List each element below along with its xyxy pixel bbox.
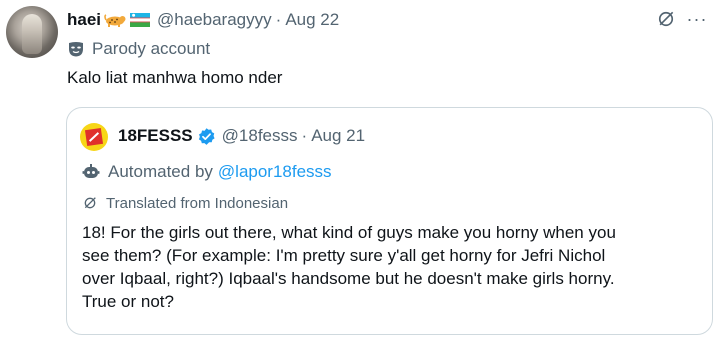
tweet-date[interactable]: Aug 22 xyxy=(285,10,339,30)
automated-by-link[interactable]: @lapor18fesss xyxy=(218,162,332,182)
translated-text: Translated from Indonesian xyxy=(106,194,289,212)
automated-label: Automated by @lapor18fesss xyxy=(82,160,332,184)
more-options-icon[interactable]: ··· xyxy=(683,8,711,30)
user-handle[interactable]: @haebaragyyy xyxy=(157,10,272,30)
quoted-user-handle[interactable]: @18fesss xyxy=(222,126,298,146)
flag-emoji-icon xyxy=(129,12,151,28)
leopard-emoji-icon xyxy=(104,12,126,28)
parody-text: Parody account xyxy=(92,39,211,58)
quoted-separator-dot: · xyxy=(301,126,308,145)
quoted-text-line: see them? (For example: I'm pretty sure … xyxy=(82,246,606,265)
verified-badge-icon xyxy=(197,127,216,146)
parody-label: Parody account xyxy=(67,38,210,60)
quoted-tweet-header: 18FESSS @18fesss · Aug 21 xyxy=(118,124,365,148)
quoted-display-name[interactable]: 18FESSS xyxy=(118,126,193,146)
automated-prefix: Automated by xyxy=(108,162,213,181)
quoted-user-avatar[interactable] xyxy=(80,123,108,151)
translate-icon xyxy=(82,195,98,211)
display-name[interactable]: haei xyxy=(67,10,101,30)
quoted-text-line: over Iqbaal, right?) Iqbaal's handsome b… xyxy=(82,269,615,288)
user-avatar[interactable] xyxy=(6,6,58,58)
tweet-text: Kalo liat manhwa homo nder xyxy=(67,68,283,87)
quoted-tweet-date[interactable]: Aug 21 xyxy=(311,126,365,146)
quoted-text-line: True or not? xyxy=(82,292,174,311)
tweet-header: haei @haebaragyyy · Aug 22 xyxy=(67,8,339,32)
robot-icon xyxy=(82,163,100,181)
separator-dot: · xyxy=(275,10,282,29)
quoted-tweet-text: 18! For the girls out there, what kind o… xyxy=(82,221,702,313)
grok-icon[interactable] xyxy=(655,8,677,30)
parody-mask-icon xyxy=(67,40,85,58)
translated-label[interactable]: Translated from Indonesian xyxy=(82,193,288,213)
quoted-text-line: 18! For the girls out there, what kind o… xyxy=(82,223,616,242)
quoted-tweet[interactable]: 18FESSS @18fesss · Aug 21 Automated by @… xyxy=(66,107,713,335)
